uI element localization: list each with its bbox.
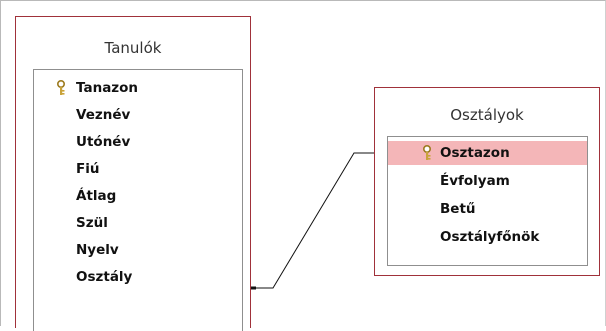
field-osztazon[interactable]: Osztazon [388, 141, 587, 165]
table-title-osztalyok: Osztályok [450, 106, 524, 124]
field-label: Tanazon [76, 80, 139, 96]
field-label: Osztályfőnök [440, 229, 540, 245]
field-tanazon[interactable]: Tanazon [34, 76, 242, 100]
field-fiu[interactable]: Fiú [34, 157, 242, 181]
field-osztaly[interactable]: Osztály [34, 265, 242, 289]
table-window-osztalyok[interactable]: Osztályok Osztazon Évfolyam Betű Osztály… [374, 87, 600, 276]
field-label: Szül [76, 215, 108, 231]
field-label: Utónév [76, 134, 131, 150]
table-title-tanulok: Tanulók [104, 39, 162, 57]
field-label: Évfolyam [440, 173, 510, 189]
field-label: Veznév [76, 107, 131, 123]
key-icon [57, 80, 65, 95]
key-icon [423, 145, 431, 160]
field-list-osztalyok[interactable]: Osztazon Évfolyam Betű Osztályfőnök [387, 136, 588, 266]
field-label: Betű [440, 201, 476, 217]
field-osztalyfonok[interactable]: Osztályfőnök [388, 225, 587, 249]
field-label: Osztazon [440, 145, 510, 161]
field-nyelv[interactable]: Nyelv [34, 238, 242, 262]
field-betu[interactable]: Betű [388, 197, 587, 221]
field-veznev[interactable]: Veznév [34, 103, 242, 127]
field-evfolyam[interactable]: Évfolyam [388, 169, 587, 193]
field-list-tanulok[interactable]: Tanazon Veznév Utónév Fiú Átlag Szül Nye… [33, 69, 243, 331]
field-szul[interactable]: Szül [34, 211, 242, 235]
field-atlag[interactable]: Átlag [34, 184, 242, 208]
table-window-tanulok[interactable]: Tanulók Tanazon Veznév Utónév Fiú Átlag … [15, 16, 251, 331]
field-label: Nyelv [76, 242, 119, 258]
relationships-canvas[interactable]: Tanulók Tanazon Veznév Utónév Fiú Átlag … [0, 0, 606, 331]
field-utonev[interactable]: Utónév [34, 130, 242, 154]
field-label: Átlag [76, 188, 117, 204]
field-label: Osztály [76, 269, 133, 285]
field-label: Fiú [76, 161, 100, 177]
